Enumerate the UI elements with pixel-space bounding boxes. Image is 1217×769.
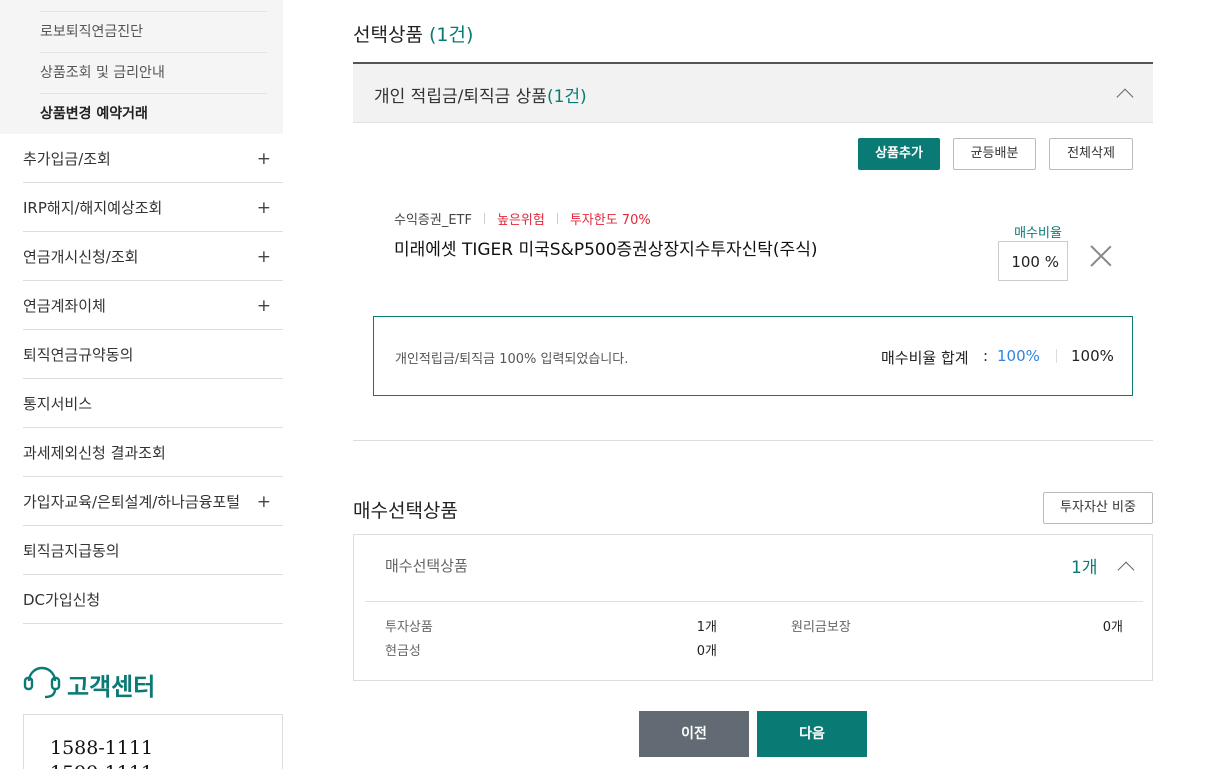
menu-item-label: 퇴직금지급동의 (23, 542, 120, 560)
plus-icon[interactable]: + (257, 281, 271, 331)
menu-item-education[interactable]: 가입자교육/은퇴설계/하나금융포털 + (23, 477, 283, 526)
next-button[interactable]: 다음 (757, 711, 867, 757)
divider (483, 213, 485, 224)
accordion-label: 개인 적립금/퇴직금 상품 (374, 87, 547, 107)
equal-distribution-button[interactable]: 균등배분 (953, 138, 1036, 170)
invest-limit-badge: 투자한도 70% (569, 213, 651, 228)
summary-value: 100% (997, 347, 1040, 365)
menu-item-pension-transfer[interactable]: 연금계좌이체 + (23, 281, 283, 330)
submenu-item-product-inquiry[interactable]: 상품조회 및 금리안내 (40, 52, 267, 93)
menu-item-label: 연금개시신청/조회 (23, 248, 139, 266)
menu-item-label: 연금계좌이체 (23, 297, 106, 315)
risk-badge: 높은위험 (496, 213, 545, 228)
accordion-title: 개인 적립금/퇴직금 상품(1건) (374, 82, 587, 107)
menu-item-label: 과세제외신청 결과조회 (23, 444, 166, 462)
cash-equivalent-value: 0개 (696, 644, 717, 659)
customer-center-label: 고객센터 (67, 672, 156, 701)
product-tags: 수익증권_ETF 높은위험 투자한도 70% (394, 209, 651, 228)
menu-item-label: IRP해지/해지예상조회 (23, 199, 163, 217)
summary-message: 개인적립금/퇴직금 100% 입력되었습니다. (395, 352, 629, 367)
ratio-summary-box: 개인적립금/퇴직금 100% 입력되었습니다. 매수비율 합계 : 100% 1… (373, 316, 1133, 396)
close-icon[interactable] (1089, 244, 1113, 268)
principal-guaranteed-value: 0개 (1102, 620, 1123, 635)
menu-item-label: 가입자교육/은퇴설계/하나금융포털 (23, 493, 241, 511)
menu-item-tax-exemption[interactable]: 과세제외신청 결과조회 (23, 428, 283, 477)
submenu-item-robo-diagnosis[interactable]: 로보퇴직연금진단 (40, 11, 267, 52)
delete-all-button[interactable]: 전체삭제 (1049, 138, 1133, 170)
menu-item-label: 퇴직연금규약동의 (23, 346, 134, 364)
investment-products-value: 1개 (696, 620, 717, 635)
divider (1056, 349, 1057, 363)
plus-icon[interactable]: + (257, 232, 271, 282)
sidebar: 로보퇴직연금진단 상품조회 및 금리안내 상품변경 예약거래 추가입금/조회 +… (0, 0, 283, 769)
menu-item-severance-consent[interactable]: 퇴직금지급동의 (23, 526, 283, 575)
product-type: 수익증권_ETF (394, 213, 472, 228)
chevron-up-icon[interactable] (1117, 561, 1135, 579)
purchase-box-title: 매수선택상품 (385, 557, 468, 575)
accordion-count: (1건) (546, 87, 587, 107)
divider (365, 601, 1143, 602)
phone-number: 1588-1111 (50, 737, 154, 759)
plus-icon[interactable]: + (257, 134, 271, 184)
phone-number: 1599-1111 (50, 762, 153, 769)
submenu: 로보퇴직연금진단 상품조회 및 금리안내 상품변경 예약거래 (0, 0, 283, 134)
plus-icon[interactable]: + (257, 183, 271, 233)
cash-equivalent-label: 현금성 (385, 644, 421, 659)
headset-icon (23, 661, 61, 707)
investment-products-label: 투자상품 (385, 620, 433, 635)
menu-item-label: 통지서비스 (23, 395, 93, 413)
menu-item-pension-terms[interactable]: 퇴직연금규약동의 (23, 330, 283, 379)
selected-products-title-text: 선택상품 (353, 24, 423, 46)
summary-label: 매수비율 합계 (881, 349, 969, 367)
chevron-up-icon[interactable] (1116, 88, 1134, 106)
main-content: 선택상품 (1건) 개인 적립금/퇴직금 상품(1건) 상품추가 균등배분 전체… (353, 0, 1153, 769)
menu-item-label: 추가입금/조회 (23, 150, 111, 168)
divider (556, 213, 558, 224)
accordion-personal-products[interactable]: 개인 적립금/퇴직금 상품(1건) (353, 62, 1153, 123)
selected-products-title: 선택상품 (1건) (353, 20, 473, 47)
add-product-button[interactable]: 상품추가 (858, 138, 940, 170)
summary-colon: : (983, 347, 989, 365)
divider (353, 440, 1153, 441)
purchase-ratio-label: 매수비율 (1014, 226, 1062, 241)
purchase-products-box: 매수선택상품 1개 투자상품 1개 원리금보장 0개 현금성 0개 (353, 534, 1153, 681)
plus-icon[interactable]: + (257, 477, 271, 527)
menu-item-additional-deposit[interactable]: 추가입금/조회 + (23, 134, 283, 183)
customer-center-title: 고객센터 (23, 664, 155, 704)
asset-weight-button[interactable]: 투자자산 비중 (1043, 492, 1153, 524)
prev-button[interactable]: 이전 (639, 711, 749, 757)
menu-item-dc-signup[interactable]: DC가입신청 (23, 575, 283, 624)
submenu-item-product-change[interactable]: 상품변경 예약거래 (40, 93, 267, 134)
menu-item-notification-service[interactable]: 통지서비스 (23, 379, 283, 428)
purchase-ratio-input[interactable]: 100 % (998, 241, 1068, 281)
menu-item-pension-start[interactable]: 연금개시신청/조회 + (23, 232, 283, 281)
purchase-products-title: 매수선택상품 (353, 500, 458, 522)
customer-center-box: 1588-1111 1599-1111 (23, 714, 283, 769)
selected-products-count: (1건) (428, 24, 474, 46)
summary-total: 100% (1071, 347, 1114, 365)
product-name: 미래에셋 TIGER 미국S&P500증권상장지수투자신탁(주식) (394, 240, 818, 260)
purchase-count: 1개 (1071, 558, 1098, 578)
menu-item-label: DC가입신청 (23, 591, 101, 609)
menu-item-irp-termination[interactable]: IRP해지/해지예상조회 + (23, 183, 283, 232)
principal-guaranteed-label: 원리금보장 (791, 620, 851, 635)
